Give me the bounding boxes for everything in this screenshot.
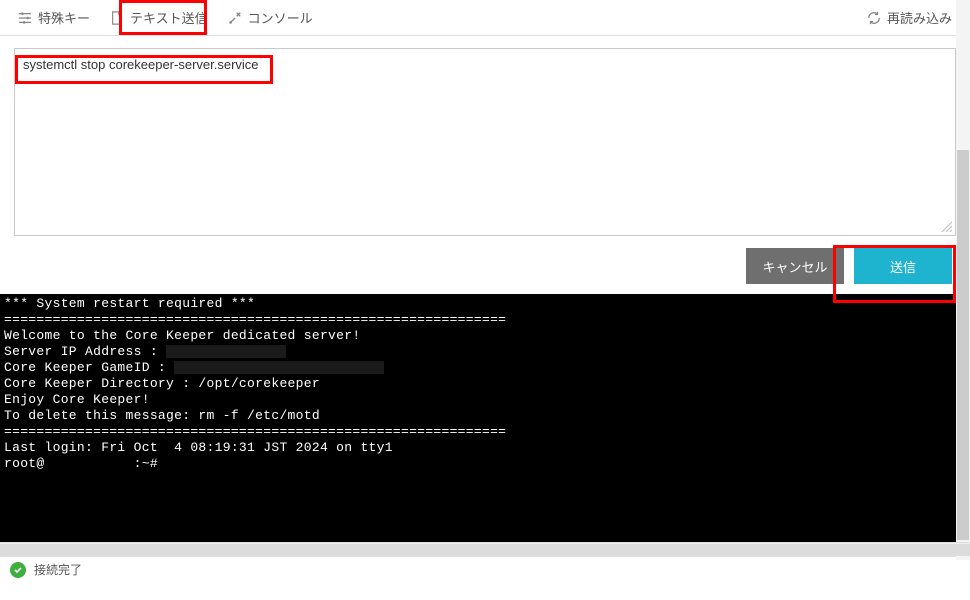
command-textarea[interactable] [23, 57, 947, 227]
tools-icon [228, 11, 242, 25]
text-send-button[interactable]: テキスト送信 [100, 2, 218, 33]
document-icon [110, 11, 124, 25]
terminal-output: *** System restart required ***=========… [0, 294, 970, 542]
console-button[interactable]: コンソール [218, 2, 323, 33]
reload-icon [867, 11, 881, 25]
special-keys-label: 特殊キー [38, 8, 90, 27]
term-line: Welcome to the Core Keeper dedicated ser… [4, 328, 966, 344]
term-line: ========================================… [4, 312, 966, 328]
term-line: Core Keeper Directory : /opt/corekeeper [4, 376, 966, 392]
reload-button[interactable]: 再読み込み [857, 2, 962, 33]
console-label: コンソール [248, 8, 313, 27]
cancel-button[interactable]: キャンセル [746, 248, 844, 284]
term-line: Core Keeper GameID : [4, 360, 966, 376]
reload-label: 再読み込み [887, 8, 952, 27]
special-keys-button[interactable]: 特殊キー [8, 2, 100, 33]
status-bar: 接続完了 [0, 556, 970, 582]
text-send-panel: キャンセル 送信 [0, 36, 970, 294]
button-row: キャンセル 送信 [14, 248, 956, 284]
vertical-scrollbar-thumb[interactable] [957, 150, 969, 540]
text-send-label: テキスト送信 [130, 8, 208, 27]
horizontal-scrollbar-thumb[interactable] [0, 544, 970, 556]
term-line: *** System restart required *** [4, 296, 966, 312]
term-line: ========================================… [4, 424, 966, 440]
term-line: root@ :~# [4, 456, 966, 472]
vertical-scrollbar[interactable] [956, 0, 970, 560]
redacted-gameid [174, 361, 384, 374]
toolbar: 特殊キー テキスト送信 コンソール 再読み込み [0, 0, 970, 36]
status-ok-icon [10, 562, 26, 578]
term-line: Server IP Address : [4, 344, 966, 360]
resize-handle-icon[interactable] [941, 221, 953, 233]
term-line: To delete this message: rm -f /etc/motd [4, 408, 966, 424]
horizontal-scrollbar[interactable] [0, 542, 970, 556]
term-line: Last login: Fri Oct 4 08:19:31 JST 2024 … [4, 440, 966, 456]
redacted-ip [166, 345, 286, 358]
sliders-icon [18, 11, 32, 25]
submit-button[interactable]: 送信 [854, 248, 952, 284]
term-line: Enjoy Core Keeper! [4, 392, 966, 408]
status-text: 接続完了 [34, 561, 82, 578]
command-textarea-wrap [14, 48, 956, 236]
